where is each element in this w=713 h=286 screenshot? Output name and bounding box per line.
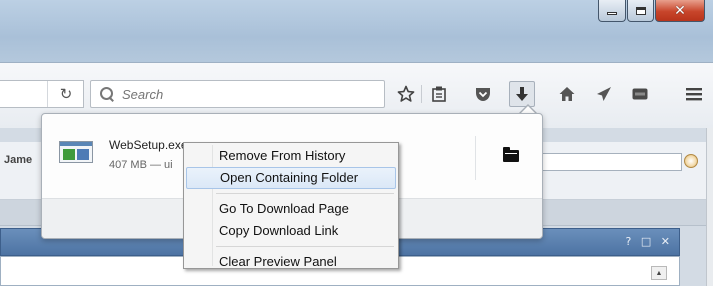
download-file-status: 407 MB — ui xyxy=(109,159,173,171)
menu-item-label: Go To Download Page xyxy=(219,201,349,216)
panel-controls[interactable]: ? □ ✕ xyxy=(626,235,673,248)
find-icon[interactable] xyxy=(684,154,698,168)
menu-item-label: Copy Download Link xyxy=(219,223,339,238)
exe-file-icon xyxy=(59,141,93,163)
reading-list-icon[interactable] xyxy=(426,81,452,107)
star-icon[interactable] xyxy=(393,81,419,107)
scroll-up-icon[interactable]: ▲ xyxy=(651,266,667,280)
search-input[interactable] xyxy=(122,86,372,102)
folder-icon[interactable] xyxy=(503,147,519,162)
page-scrollbar[interactable] xyxy=(706,128,713,286)
download-item-separator xyxy=(475,136,476,180)
close-icon: ✕ xyxy=(674,2,686,19)
toolbar-separator xyxy=(421,85,422,103)
menu-item-remove-from-history[interactable]: Remove From History xyxy=(186,145,396,167)
home-icon[interactable] xyxy=(554,81,580,107)
download-file-name: WebSetup.exe xyxy=(109,138,188,152)
maximize-icon xyxy=(635,6,646,15)
menu-item-open-containing-folder[interactable]: Open Containing Folder xyxy=(186,167,396,189)
menu-item-label: Clear Preview Panel xyxy=(219,254,337,269)
extension-icon[interactable] xyxy=(627,81,653,107)
search-box[interactable] xyxy=(90,80,385,108)
menu-separator xyxy=(216,246,394,247)
menu-item-label: Open Containing Folder xyxy=(220,170,359,185)
pocket-icon[interactable] xyxy=(470,81,496,107)
page-search-field[interactable] xyxy=(537,153,682,171)
context-menu: Remove From History Open Containing Fold… xyxy=(183,142,399,269)
menu-item-clear-preview-panel[interactable]: Clear Preview Panel xyxy=(186,251,396,273)
window-titlebar: ✕ xyxy=(0,0,713,62)
reload-icon[interactable]: ↻ xyxy=(47,81,84,107)
menu-item-go-to-download-page[interactable]: Go To Download Page xyxy=(186,198,396,220)
page-user-label: Jame xyxy=(4,154,33,166)
close-button[interactable]: ✕ xyxy=(655,0,705,22)
menu-icon[interactable] xyxy=(681,81,707,107)
send-icon[interactable] xyxy=(591,81,617,107)
search-icon xyxy=(100,87,114,101)
minimize-button[interactable] xyxy=(598,0,626,22)
menu-separator xyxy=(216,193,394,194)
maximize-button[interactable] xyxy=(627,0,654,22)
minimize-icon xyxy=(607,12,617,15)
menu-item-copy-download-link[interactable]: Copy Download Link xyxy=(186,220,396,242)
url-bar[interactable]: ↻ xyxy=(0,80,84,108)
menu-item-label: Remove From History xyxy=(219,148,346,163)
